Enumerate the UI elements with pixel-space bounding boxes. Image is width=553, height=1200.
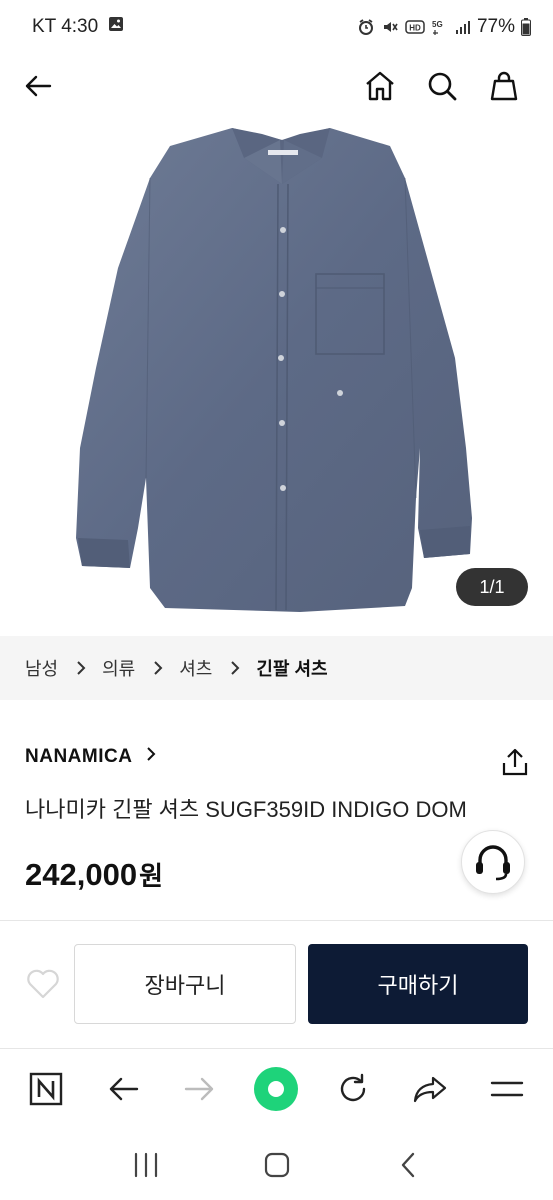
product-image[interactable]: [0, 118, 553, 636]
breadcrumb: 남성 의류 셔츠 긴팔 셔츠: [0, 636, 553, 700]
top-navigation: [0, 56, 553, 116]
network-label: 5G: [432, 20, 443, 29]
green-dot-button[interactable]: [248, 1061, 304, 1117]
wishlist-button[interactable]: [24, 966, 62, 1002]
arrow-left-icon: [109, 1077, 139, 1101]
home-button[interactable]: [358, 64, 402, 108]
divider: [0, 920, 553, 921]
battery-icon: [521, 18, 531, 36]
refresh-icon: [341, 1073, 366, 1102]
brand-name: NANAMICA: [25, 746, 133, 767]
browser-toolbar: [0, 1050, 553, 1128]
home-icon: [366, 71, 394, 101]
share-button[interactable]: [497, 744, 533, 780]
back-arrow-icon: [25, 75, 52, 97]
status-bar: KT 4:30 HD 5G 77%: [0, 0, 553, 54]
chevron-right-icon: [153, 660, 163, 676]
back-button[interactable]: [16, 64, 60, 108]
breadcrumb-item-men[interactable]: 남성: [25, 655, 58, 681]
mute-icon: [381, 18, 399, 36]
system-home-button[interactable]: [249, 1137, 305, 1193]
search-icon: [428, 72, 457, 101]
share-arrow-icon: [413, 1076, 446, 1103]
status-left: KT 4:30: [32, 16, 124, 38]
chevron-right-icon: [146, 746, 156, 768]
share-icon: [502, 748, 528, 776]
browser-forward-button[interactable]: [172, 1061, 228, 1117]
chevron-right-icon: [76, 660, 86, 676]
heart-icon: [27, 969, 59, 999]
product-title: 나나미카 긴팔 셔츠 SUGF359ID INDIGO DOM: [25, 797, 467, 822]
naver-n-icon: [30, 1072, 63, 1106]
divider: [0, 1048, 553, 1049]
browser-back-button[interactable]: [95, 1061, 151, 1117]
gallery-icon: [108, 16, 124, 38]
search-button[interactable]: [420, 64, 464, 108]
green-dot-icon: [254, 1067, 299, 1111]
hd-icon: HD: [405, 19, 425, 35]
breadcrumb-item-clothing[interactable]: 의류: [102, 655, 135, 681]
price-value: 242,000: [25, 857, 138, 892]
arrow-right-icon: [184, 1077, 213, 1101]
headset-icon: [476, 845, 510, 881]
recent-apps-button[interactable]: [118, 1137, 174, 1193]
signal-icon: [455, 19, 471, 35]
refresh-button[interactable]: [325, 1061, 381, 1117]
network-5g-icon: 5G: [431, 18, 449, 36]
product-price: 242,000 원: [25, 856, 163, 893]
browser-share-button[interactable]: [402, 1061, 458, 1117]
shirt-image: [76, 128, 472, 612]
price-unit: 원: [139, 861, 163, 891]
breadcrumb-item-shirts[interactable]: 셔츠: [179, 655, 212, 681]
system-home-icon: [264, 1152, 289, 1178]
chevron-right-icon: [230, 660, 240, 676]
recent-apps-icon: [134, 1152, 157, 1178]
customer-support-button[interactable]: [461, 830, 525, 894]
system-back-button[interactable]: [380, 1137, 436, 1193]
breadcrumb-item-long-sleeve-shirts[interactable]: 긴팔 셔츠: [256, 655, 327, 681]
purchase-action-bar: 장바구니 구매하기: [0, 944, 553, 1026]
shopping-bag-icon: [490, 71, 518, 101]
buy-now-button[interactable]: 구매하기: [308, 944, 528, 1024]
status-right: HD 5G 77%: [357, 16, 531, 38]
hamburger-menu-icon: [490, 1081, 523, 1097]
system-navigation-bar: [0, 1130, 553, 1200]
shopping-bag-button[interactable]: [482, 64, 526, 108]
menu-button[interactable]: [479, 1061, 535, 1117]
alarm-icon: [357, 18, 375, 36]
brand-link[interactable]: NANAMICA: [25, 746, 156, 768]
carrier-time: KT 4:30: [32, 16, 99, 37]
system-back-icon: [401, 1152, 414, 1178]
battery-level: 77%: [476, 16, 515, 37]
naver-home-button[interactable]: [18, 1061, 74, 1117]
image-counter: 1/1: [456, 568, 528, 606]
add-to-cart-button[interactable]: 장바구니: [74, 944, 296, 1024]
svg-text:HD: HD: [409, 24, 421, 33]
